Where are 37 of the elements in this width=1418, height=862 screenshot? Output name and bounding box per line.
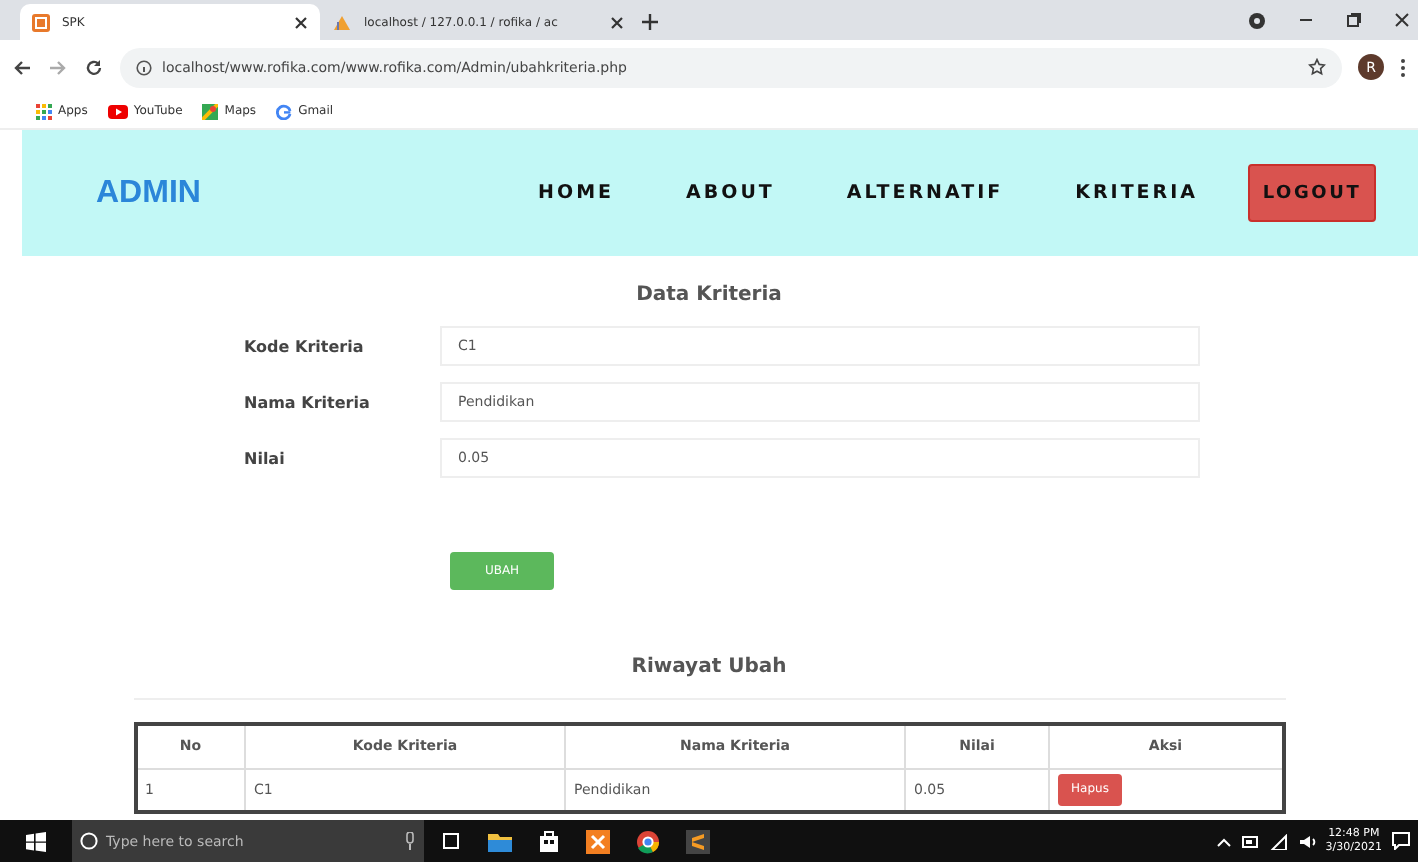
nav-link[interactable]: ABOUT — [686, 182, 775, 204]
sailboat-icon — [332, 13, 352, 31]
field-label: Nama Kriteria — [244, 393, 372, 411]
windows-icon[interactable] — [26, 831, 46, 851]
play-icon — [107, 103, 128, 119]
grid-icon — [36, 103, 52, 119]
cortana-icon — [80, 832, 98, 850]
logout-button[interactable]: LOGOUT — [1248, 164, 1376, 222]
folder-icon[interactable] — [488, 831, 512, 851]
nav-link[interactable]: KRITERIA — [1075, 182, 1198, 204]
google-icon — [276, 103, 293, 119]
record-icon[interactable] — [1248, 11, 1266, 29]
section-title: Data Kriteria — [636, 284, 782, 306]
star-icon[interactable] — [1308, 58, 1326, 76]
restore-icon[interactable] — [1346, 12, 1362, 28]
back-arrow-icon[interactable] — [12, 57, 32, 77]
close-icon[interactable] — [294, 15, 308, 29]
nav-link[interactable]: HOME — [538, 182, 615, 204]
speaker-icon[interactable] — [1297, 833, 1316, 849]
battery-icon[interactable] — [1241, 835, 1260, 847]
more-icon[interactable] — [1400, 57, 1406, 77]
store-icon[interactable] — [538, 830, 560, 852]
close-icon[interactable] — [1394, 12, 1410, 28]
nav-link[interactable]: ALTERNATIF — [846, 182, 1004, 204]
field-label: Nilai — [244, 449, 287, 467]
brand-title: ADMIN — [96, 175, 203, 211]
chevron-up-icon[interactable] — [1215, 835, 1232, 847]
map-icon — [202, 103, 219, 119]
notification-icon[interactable] — [1392, 832, 1410, 850]
microphone-icon — [404, 832, 416, 850]
info-icon — [136, 59, 152, 75]
task-view-icon[interactable] — [440, 832, 462, 850]
reload-icon[interactable] — [84, 57, 104, 77]
field-label: Kode Kriteria — [244, 337, 366, 355]
favicon-icon — [32, 13, 50, 31]
section-title: Riwayat Ubah — [631, 656, 787, 678]
close-icon[interactable] — [610, 15, 624, 29]
